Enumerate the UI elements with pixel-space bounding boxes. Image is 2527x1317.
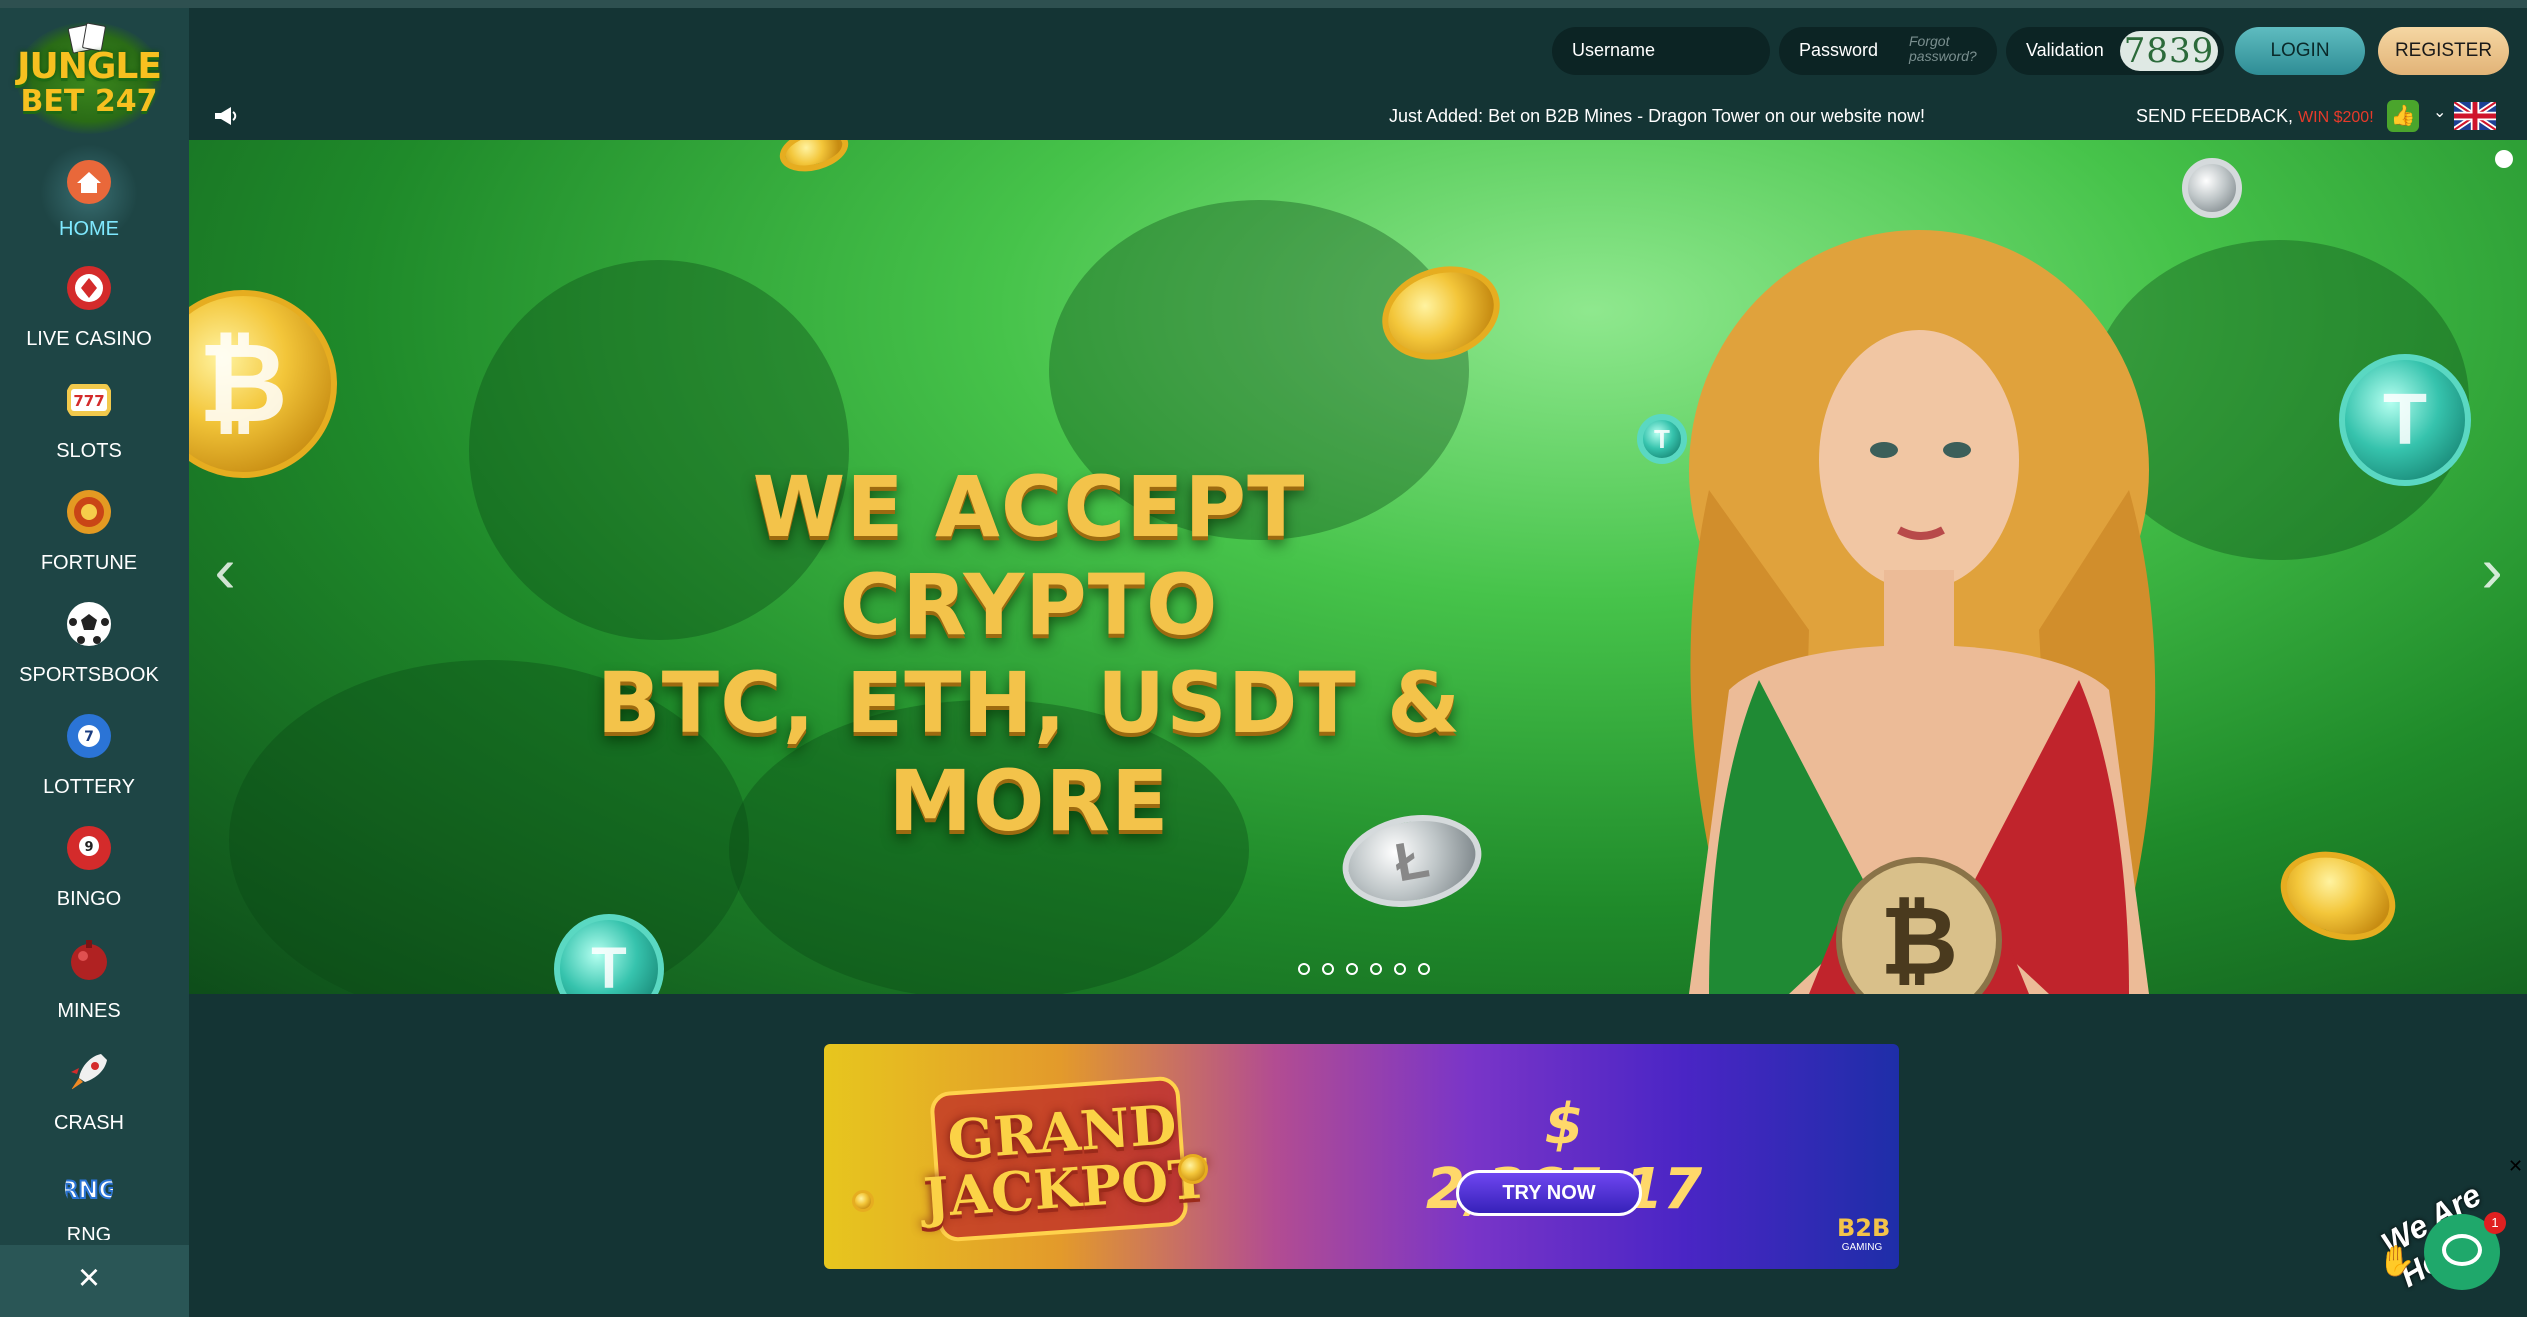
sidebar-item-label: LIVE CASINO [26,328,152,350]
logo-text-line2: BET 247 [20,84,158,119]
chat-bubble-icon [2442,1234,2482,1266]
validation-field[interactable]: Validation 7839 [2006,27,2224,75]
svg-text:9: 9 [84,840,93,855]
header: Username Password Forgot password? Valid… [189,8,2527,92]
lottery-ball-icon: 7 [67,714,111,758]
carousel-toggle-icon[interactable] [2495,150,2513,168]
sidebar-item-home[interactable]: HOME [0,144,178,254]
news-ticker[interactable]: Just Added: Bet on B2B Mines - Dragon To… [1389,106,1925,127]
feedback-reward: WIN $200! [2298,109,2374,126]
hero-carousel[interactable]: ₿ T T T Ł WE ACCEPT CRYPTO BTC, ETH, USD… [189,140,2527,994]
register-button[interactable]: REGISTER [2378,27,2509,75]
chat-close-icon[interactable]: ✕ [2508,1156,2523,1177]
headline-line2: BTC, ETH, USDT & MORE [596,654,1462,850]
unread-badge: 1 [2484,1212,2506,1234]
svg-text:RNG: RNG [65,1176,113,1204]
password-field[interactable]: Password Forgot password? [1779,27,1997,75]
sidebar-item-bingo[interactable]: 9 BINGO [0,824,178,928]
waving-hand-icon: ✋ [2378,1245,2416,1278]
rng-icon: RNG [65,1175,113,1205]
forgot-password-link[interactable]: Forgot password? [1909,34,1989,64]
carousel-prev-icon[interactable]: ‹ [205,538,245,602]
megaphone-icon [215,107,237,125]
username-placeholder: Username [1572,40,1656,60]
provider-subtitle: GAMING [1841,1242,1883,1253]
sidebar-item-label: RNG [66,1224,112,1240]
carousel-dot[interactable] [1322,963,1334,975]
sidebar-item-mines[interactable]: MINES [0,936,178,1040]
sidebar-item-crash[interactable]: CRASH [0,1048,178,1152]
promo-model-image: ₿ [1689,230,2156,994]
bitcoin-coin-icon: ₿ [189,290,337,478]
uk-flag-icon[interactable] [2454,102,2496,130]
news-bar: Just Added: Bet on B2B Mines - Dragon To… [189,92,2527,140]
sidebar-item-fortune[interactable]: FORTUNE [0,488,178,592]
sidebar: JUNGLE BET 247 HOME LIVE CASINO 777 SLOT… [0,8,189,1317]
tether-coin-icon: T [554,914,664,994]
sidebar-item-label: SPORTSBOOK [19,664,159,686]
b2b-gaming-logo: B2B GAMING [1837,1214,1891,1258]
sidebar-item-label: MINES [57,1000,121,1022]
username-field[interactable]: Username [1552,27,1770,75]
sidebar-item-label: HOME [59,218,119,240]
svg-text:7: 7 [84,729,94,745]
gold-coin-icon [775,140,853,179]
sidebar-item-label: FORTUNE [40,552,138,574]
thumbs-up-icon[interactable]: 👍 [2387,100,2419,132]
slot-777-icon: 777 [67,384,111,416]
carousel-dot[interactable] [1298,963,1310,975]
jackpot-banner[interactable]: GRAND JACKPOT $ 2,365.17 TRY NOW B2B GAM… [824,1044,1899,1269]
silver-coin-icon [2182,158,2242,218]
tether-coin-icon: T [2339,354,2471,486]
casino-chip-icon [67,266,111,310]
carousel-dot[interactable] [1346,963,1358,975]
validation-placeholder: Validation [2026,40,2104,60]
jackpot-title: GRAND JACKPOT [900,1092,1227,1230]
feedback-label: SEND FEEDBACK, [2136,106,2294,126]
carousel-dot[interactable] [1394,963,1406,975]
sidebar-footer: × [0,1245,189,1317]
headline-line1: WE ACCEPT CRYPTO [752,458,1306,654]
sidebar-item-slots[interactable]: 777 SLOTS [0,376,178,480]
gold-coin-icon [1178,1154,1208,1184]
bingo-ball-icon: 9 [67,826,111,870]
sidebar-item-live-casino[interactable]: LIVE CASINO [0,264,178,368]
brand-logo[interactable]: JUNGLE BET 247 [6,18,172,136]
login-button[interactable]: LOGIN [2235,27,2365,75]
mine-icon [71,940,107,980]
captcha-image: 7839 [2120,31,2218,71]
sidebar-item-rng[interactable]: RNG RNG [0,1160,178,1240]
gold-coin-icon [852,1190,874,1212]
sidebar-item-label: BINGO [56,888,122,910]
svg-text:₿: ₿ [1880,885,1958,994]
sidebar-item-label: SLOTS [56,440,122,462]
sidebar-item-sportsbook[interactable]: SPORTSBOOK [0,600,178,704]
soccer-ball-icon [67,602,111,646]
logo-text-line1: JUNGLE [17,46,162,87]
fortune-icon [67,490,111,534]
rocket-icon [71,1054,107,1090]
provider-name: B2B [1837,1214,1891,1242]
send-feedback-link[interactable]: SEND FEEDBACK, WIN $200! [2136,106,2374,127]
top-border [0,0,2527,8]
sidebar-item-label: CRASH [53,1112,124,1134]
carousel-dot[interactable] [1418,963,1430,975]
try-now-button[interactable]: TRY NOW [1456,1170,1642,1216]
password-placeholder: Password [1799,40,1879,60]
sidebar-item-label: LOTTERY [43,776,135,798]
carousel-next-icon[interactable]: › [2472,538,2512,602]
carousel-dot[interactable] [1370,963,1382,975]
sidebar-item-lottery[interactable]: 7 LOTTERY [0,712,178,816]
chevron-down-icon[interactable]: ⌄ [2433,102,2446,122]
banner-headline: WE ACCEPT CRYPTO BTC, ETH, USDT & MORE [549,458,1509,850]
svg-text:777: 777 [73,392,104,410]
close-sidebar-icon[interactable]: × [72,1259,106,1297]
home-icon [67,160,111,204]
carousel-dots [1292,962,1436,976]
